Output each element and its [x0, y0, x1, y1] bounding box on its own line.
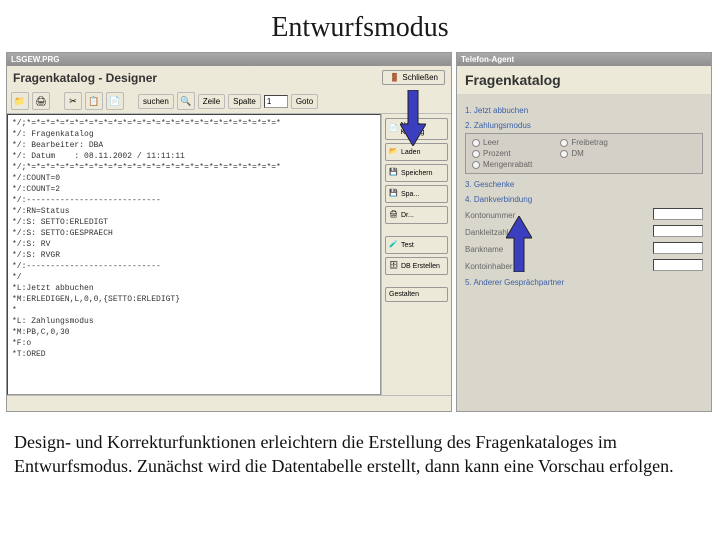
test-icon: 🧪	[389, 240, 399, 250]
line-input[interactable]	[264, 95, 288, 108]
kontonummer-input[interactable]	[653, 208, 703, 220]
radio-icon	[472, 139, 480, 147]
test-button[interactable]: 🧪Test	[385, 236, 448, 254]
kontonummer-row: Kontonummer	[465, 207, 703, 221]
radio-prozent[interactable]: Prozent	[472, 149, 532, 158]
radio-mengenrabatt-label: Mengenrabatt	[483, 160, 532, 169]
kontoinhaber-input[interactable]	[653, 259, 703, 271]
section-4-label: 4. Dankverbindung	[465, 195, 703, 204]
section-1-label: 1. Jetzt abbuchen	[465, 106, 703, 115]
save-icon: 💾	[389, 168, 399, 178]
goto-button[interactable]: Goto	[291, 94, 318, 109]
dankleitzahl-label: Dankleitzahl	[465, 228, 509, 237]
zahlungsmodus-group: Leer Prozent Mengenrabatt Freibetrag DM	[465, 133, 703, 174]
arrow-down-icon	[400, 90, 426, 146]
content-row: LSGEW.PRG Fragenkatalog - Designer 🚪 Sch…	[0, 52, 720, 412]
bankname-input[interactable]	[653, 242, 703, 254]
tool-find-icon[interactable]: 🔍	[177, 92, 195, 110]
preview-header: Fragenkatalog	[457, 66, 711, 94]
spalte-label: Spalte	[228, 94, 261, 109]
speichern-label: Speichern	[401, 170, 433, 177]
gestalten-button[interactable]: Gestalten	[385, 287, 448, 302]
radio-freibetrag[interactable]: Freibetrag	[560, 138, 607, 147]
spa-label: Spa...	[401, 191, 419, 198]
side-panel: 📄Neuer Katalog 📂Laden 💾Speichern 💾Spa...…	[381, 114, 451, 395]
test-label: Test	[401, 242, 414, 249]
speichern-button[interactable]: 💾Speichern	[385, 164, 448, 182]
bankname-row: Bankname	[465, 241, 703, 255]
radio-icon	[560, 139, 568, 147]
laden-label: Laden	[401, 149, 420, 156]
tool-folder-icon[interactable]: 📁	[11, 92, 29, 110]
radio-leer[interactable]: Leer	[472, 138, 532, 147]
tool-cut-icon[interactable]: ✂	[64, 92, 82, 110]
dr-button[interactable]: 🖨Dr...	[385, 206, 448, 224]
close-button[interactable]: 🚪 Schließen	[382, 70, 445, 85]
code-editor[interactable]: */;*=*=*=*=*=*=*=*=*=*=*=*=*=*=*=*=*=*=*…	[7, 114, 381, 395]
search-button[interactable]: suchen	[138, 94, 174, 109]
spa-button[interactable]: 💾Spa...	[385, 185, 448, 203]
close-label: Schließen	[402, 73, 438, 82]
preview-window: Telefon-Agent Fragenkatalog 1. Jetzt abb…	[456, 52, 712, 412]
section-3-label: 3. Geschenke	[465, 180, 703, 189]
open-icon: 📂	[389, 147, 399, 157]
designer-window-title: LSGEW.PRG	[7, 53, 451, 66]
print-icon: 🖨	[389, 210, 399, 220]
arrow-up-icon	[506, 216, 532, 272]
gestalten-label: Gestalten	[389, 291, 419, 298]
radio-mengenrabatt[interactable]: Mengenrabatt	[472, 160, 532, 169]
new-icon: 📄	[389, 124, 399, 134]
radio-icon	[472, 150, 480, 158]
radio-prozent-label: Prozent	[483, 149, 511, 158]
db-erstellen-label: DB Erstellen	[401, 263, 440, 270]
designer-app-titlebar: Fragenkatalog - Designer 🚪 Schließen	[7, 66, 451, 89]
tool-print-icon[interactable]: 🖨	[32, 92, 50, 110]
radio-icon	[472, 161, 480, 169]
preview-window-title: Telefon-Agent	[457, 53, 711, 66]
radio-freibetrag-label: Freibetrag	[571, 138, 607, 147]
door-icon: 🚪	[389, 73, 399, 82]
slide-caption: Design- und Korrekturfunktionen erleicht…	[0, 412, 720, 487]
radio-dm-label: DM	[571, 149, 583, 158]
zeile-label: Zeile	[198, 94, 225, 109]
bankname-label: Bankname	[465, 245, 503, 254]
tool-copy-icon[interactable]: 📋	[85, 92, 103, 110]
section-5-label: 5. Anderer Gesprächpartner	[465, 278, 703, 287]
saveas-icon: 💾	[389, 189, 399, 199]
radio-icon	[560, 150, 568, 158]
designer-window: LSGEW.PRG Fragenkatalog - Designer 🚪 Sch…	[6, 52, 452, 412]
slide-title: Entwurfsmodus	[0, 0, 720, 52]
statusbar	[7, 395, 451, 411]
section-2-label: 2. Zahlungsmodus	[465, 121, 703, 130]
dr-label: Dr...	[401, 212, 414, 219]
preview-form: 1. Jetzt abbuchen 2. Zahlungsmodus Leer …	[457, 94, 711, 411]
radio-leer-label: Leer	[483, 138, 499, 147]
dankleitzahl-input[interactable]	[653, 225, 703, 237]
radio-dm[interactable]: DM	[560, 149, 607, 158]
tool-paste-icon[interactable]: 📄	[106, 92, 124, 110]
db-icon: 🗄	[389, 261, 399, 271]
designer-app-title: Fragenkatalog - Designer	[13, 71, 157, 85]
preview-header-text: Fragenkatalog	[465, 72, 561, 88]
db-erstellen-button[interactable]: 🗄DB Erstellen	[385, 257, 448, 275]
toolbar: 📁 🖨 ✂ 📋 📄 suchen 🔍 Zeile Spalte Goto	[7, 89, 451, 114]
dankleitzahl-row: Dankleitzahl	[465, 224, 703, 238]
kontoinhaber-row: Kontoinhaber	[465, 258, 703, 272]
